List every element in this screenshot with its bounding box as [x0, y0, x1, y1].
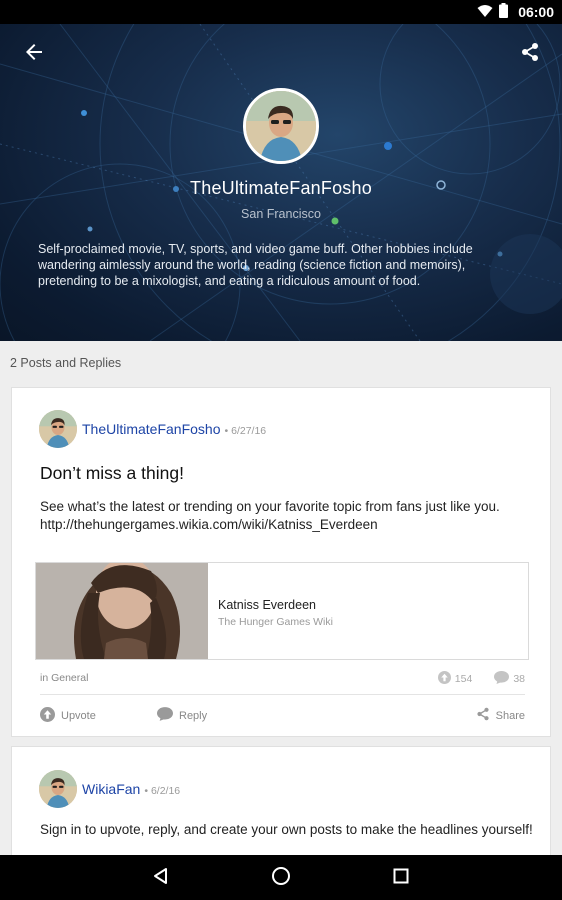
post-category[interactable]: in General	[40, 672, 88, 684]
post-card[interactable]: TheUltimateFanFosho • 6/27/16 Don’t miss …	[11, 387, 551, 737]
post-author-line: TheUltimateFanFosho • 6/27/16	[82, 421, 266, 437]
author-avatar[interactable]	[39, 770, 77, 808]
reply-count-icon	[494, 671, 510, 687]
status-bar: 06:00	[0, 0, 562, 24]
upvote-count-icon	[437, 671, 451, 687]
preview-image	[36, 563, 208, 659]
post-meta: in General 154 38	[40, 671, 525, 687]
post-body: See what’s the latest or trending on you…	[40, 498, 535, 534]
preview-title: Katniss Everdeen	[218, 598, 316, 612]
post-date: • 6/27/16	[224, 425, 267, 437]
profile-bio: Self-proclaimed movie, TV, sports, and v…	[38, 242, 473, 288]
upvote-count: 154	[454, 673, 473, 685]
link-preview-card[interactable]: Katniss Everdeen The Hunger Games Wiki	[35, 562, 529, 660]
nav-home-button[interactable]	[268, 865, 294, 891]
profile-location: San Francisco	[241, 207, 321, 221]
post-author-link[interactable]: WikiaFan	[82, 781, 140, 797]
share-icon	[476, 707, 490, 724]
back-button[interactable]	[20, 40, 48, 68]
post-body: Sign in to upvote, reply, and create you…	[40, 822, 533, 837]
post-text: See what’s the latest or trending on you…	[40, 499, 500, 514]
triangle-back-icon	[152, 867, 170, 890]
share-button[interactable]	[516, 40, 544, 68]
upvote-label: Upvote	[61, 710, 96, 722]
section-label: 2 Posts and Replies	[10, 356, 122, 370]
battery-icon	[499, 3, 509, 21]
circle-home-icon	[271, 866, 291, 891]
post-share-button[interactable]: Share	[476, 707, 525, 724]
profile-avatar	[243, 88, 319, 164]
post-actions: Upvote Reply Share	[40, 707, 525, 725]
author-avatar[interactable]	[39, 410, 77, 448]
post-title[interactable]: Don’t miss a thing!	[40, 463, 184, 484]
upvote-button[interactable]: Upvote	[40, 707, 96, 725]
share-label: Share	[495, 709, 525, 722]
reply-count: 38	[513, 673, 525, 685]
nav-back-button[interactable]	[148, 865, 174, 891]
profile-username: TheUltimateFanFosho	[190, 178, 372, 198]
reply-label: Reply	[179, 709, 208, 722]
upvote-icon	[40, 707, 55, 725]
preview-site: The Hunger Games Wiki	[218, 616, 333, 628]
post-author-line: WikiaFan • 6/2/16	[82, 781, 180, 797]
square-recents-icon	[393, 868, 409, 889]
post-counts: 154 38	[437, 671, 525, 687]
post-url[interactable]: http://thehungergames.wikia.com/wiki/Kat…	[40, 516, 535, 534]
system-nav-bar	[0, 855, 562, 900]
share-icon	[520, 42, 540, 67]
arrow-back-icon	[24, 42, 44, 67]
status-time: 06:00	[518, 4, 554, 20]
card-divider	[40, 694, 525, 695]
profile-header: TheUltimateFanFosho San Francisco Self-p…	[0, 24, 562, 341]
post-date: • 6/2/16	[144, 785, 181, 797]
reply-button[interactable]: Reply	[157, 707, 207, 724]
wifi-icon	[477, 4, 493, 21]
comment-icon	[157, 707, 173, 724]
nav-recents-button[interactable]	[388, 865, 414, 891]
post-author-link[interactable]: TheUltimateFanFosho	[82, 421, 221, 437]
